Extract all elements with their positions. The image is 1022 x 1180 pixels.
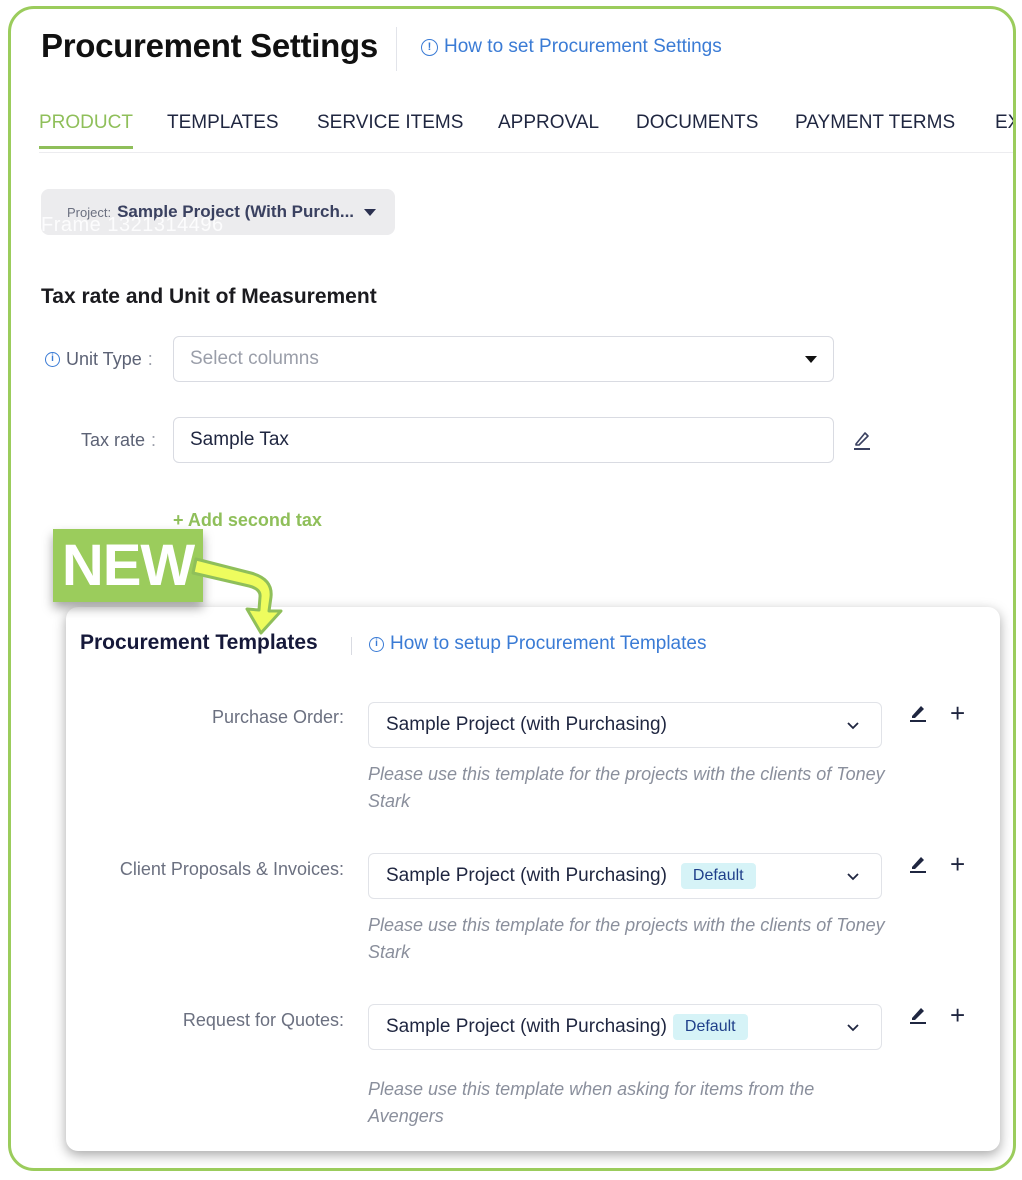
chevron-down-icon [847, 1024, 859, 1032]
tax-rate-field[interactable]: Sample Tax [173, 417, 834, 463]
tab-service-items[interactable]: SERVICE ITEMS [317, 112, 463, 146]
request-for-quotes-description: Please use this template when asking for… [368, 1079, 815, 1126]
request-for-quotes-template-select[interactable]: Sample Project (with Purchasing) Default [368, 1004, 882, 1050]
tax-rate-value: Sample Tax [190, 429, 289, 450]
tab-documents[interactable]: DOCUMENTS [636, 112, 758, 146]
help-link-text: How to set Procurement Settings [444, 36, 722, 57]
chevron-down-icon [847, 722, 859, 730]
edit-request-for-quotes-pencil-icon[interactable] [908, 1004, 928, 1024]
caret-down-icon [805, 356, 817, 363]
purchase-order-template-value: Sample Project (with Purchasing) [386, 714, 667, 735]
unit-type-select[interactable]: Select columns [173, 336, 834, 382]
chevron-down-icon [847, 873, 859, 881]
client-proposals-description: Please use this template for the project… [368, 915, 885, 962]
default-badge: Default [672, 1014, 748, 1040]
purchase-order-description: Please use this template for the project… [368, 764, 885, 811]
procurement-templates-card: Procurement Templates i How to setup Pro… [66, 607, 1000, 1151]
how-to-set-settings-link[interactable]: ! How to set Procurement Settings [421, 36, 722, 58]
caret-down-icon [364, 208, 377, 216]
add-request-for-quotes-template-button[interactable]: + [950, 1002, 965, 1028]
edit-client-proposals-pencil-icon[interactable] [908, 853, 928, 873]
how-to-setup-templates-link[interactable]: i How to setup Procurement Templates [369, 633, 706, 655]
tax-rate-label-text: Tax rate [81, 429, 146, 450]
add-purchase-order-template-button[interactable]: + [950, 700, 965, 726]
tab-product[interactable]: PRODUCT [39, 112, 133, 149]
edit-tax-pencil-icon[interactable] [852, 429, 872, 451]
add-second-tax-button[interactable]: + Add second tax [173, 510, 322, 531]
info-icon: i [369, 636, 384, 652]
client-proposals-label: Client Proposals & Invoices: [119, 859, 344, 879]
purchase-order-label: Purchase Order: [211, 707, 344, 727]
curved-arrow-icon [191, 557, 283, 635]
add-client-proposals-template-button[interactable]: + [950, 851, 965, 877]
tax-rate-label: Tax rate: [81, 427, 156, 453]
default-badge: Default [680, 863, 756, 889]
tab-templates[interactable]: TEMPLATES [167, 112, 279, 146]
client-proposals-template-select[interactable]: Sample Project (with Purchasing) Default [368, 853, 882, 899]
colon: : [147, 348, 153, 369]
colon: : [151, 429, 157, 450]
edit-purchase-order-pencil-icon[interactable] [908, 702, 928, 722]
unit-type-label: i Unit Type: [45, 346, 153, 372]
tab-payment-terms[interactable]: PAYMENT TERMS [795, 112, 955, 146]
info-icon: ! [421, 38, 438, 56]
settings-tabs: PRODUCT TEMPLATES SERVICE ITEMS APPROVAL… [39, 109, 1013, 153]
tab-exc[interactable]: EXC [995, 112, 1013, 146]
unit-type-placeholder: Select columns [190, 348, 319, 369]
card-title-divider [351, 637, 352, 655]
purchase-order-template-select[interactable]: Sample Project (with Purchasing) [368, 702, 882, 748]
page-frame: Procurement Settings ! How to set Procur… [8, 6, 1016, 1171]
request-for-quotes-template-value: Sample Project (with Purchasing) [386, 1016, 667, 1037]
help-link-text: How to setup Procurement Templates [390, 633, 707, 654]
tax-section-heading: Tax rate and Unit of Measurement [41, 285, 377, 308]
frame-ghost-label: Frame 1321314496 [41, 214, 224, 236]
request-for-quotes-label: Request for Quotes: [182, 1010, 344, 1030]
info-icon: i [45, 351, 60, 367]
title-divider [396, 27, 397, 71]
unit-type-label-text: Unit Type [66, 348, 142, 369]
page-title: Procurement Settings [41, 27, 378, 64]
new-badge: NEW [53, 529, 203, 602]
tab-approval[interactable]: APPROVAL [498, 112, 599, 146]
client-proposals-template-value: Sample Project (with Purchasing) [386, 865, 667, 886]
